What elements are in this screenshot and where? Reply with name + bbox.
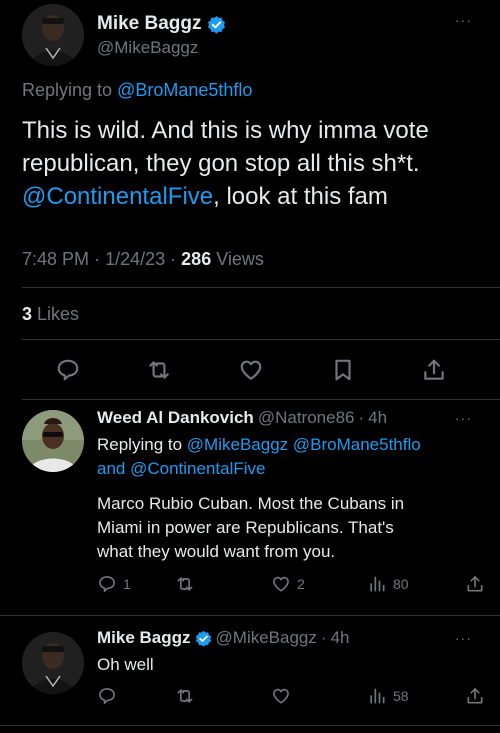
more-options-icon[interactable]: ··· [455,410,472,426]
reply-author-handle[interactable]: @MikeBaggz [216,628,317,648]
reply-author-avatar[interactable] [22,410,84,472]
likes-summary[interactable]: 3 Likes [22,304,79,325]
share-icon[interactable] [421,357,447,383]
tweet-text-line: This is wild. And this is why imma vote [22,117,429,144]
tweet-text-line: republican, they gon stop all this sh*t. [22,150,420,177]
retweet-icon [175,686,195,706]
author-handle[interactable]: @MikeBaggz [97,38,198,58]
reply-author-name[interactable]: Weed Al Dankovich [97,408,254,428]
share-button[interactable] [465,574,485,594]
replying-to-link[interactable]: @BroMane5thflo [117,80,252,100]
views-count: 286 [181,249,212,269]
retweet-icon [175,574,195,594]
views-count: 80 [393,576,409,592]
reply-time[interactable]: 4h [368,408,387,428]
tweet-text: This is wild. And this is why imma vote … [22,114,492,213]
divider [0,615,500,616]
divider [22,399,500,400]
views-chart-icon [367,686,387,706]
mention-link[interactable]: @ContinentalFive [22,183,213,210]
tweet-time[interactable]: 7:48 PM [22,249,89,269]
meta-separator: · [94,249,101,269]
reply-text-line: what they would want from you. [97,542,336,561]
tweet-action-bar [22,353,480,387]
reply-header: Weed Al Dankovich @Natrone86 · 4h [97,408,387,428]
reply-text-line: Marco Rubio Cuban. Most the Cubans in [97,494,405,513]
tweet-text-rest: , look at this fam [213,183,388,210]
reply-icon [97,686,117,706]
reply-text: Marco Rubio Cuban. Most the Cubans in Mi… [97,492,487,564]
reply-replying-to-line: Replying to @MikeBaggz @BroMane5thflo an… [97,433,487,481]
reply-header: Mike Baggz @MikeBaggz · 4h [97,628,349,648]
replying-to-row: and @ContinentalFive [97,457,487,481]
divider [0,725,500,726]
share-button[interactable] [465,686,485,706]
like-heart-icon [271,686,291,706]
reply-author-avatar[interactable] [22,632,84,694]
like-count: 2 [297,576,305,592]
reply-button[interactable] [97,686,175,706]
verified-badge-icon [207,15,226,34]
author-name[interactable]: Mike Baggz [97,13,226,35]
like-heart-icon [271,574,291,594]
views-count: 58 [393,688,409,704]
share-icon [465,686,485,706]
likes-label: Likes [37,304,80,324]
views-label: Views [216,249,264,269]
more-options-icon[interactable]: ··· [455,12,472,28]
views-chart-icon [367,574,387,594]
reply-action-bar: 1 2 80 [97,574,487,594]
replying-and: and [97,459,126,478]
tweet-text-line: @ContinentalFive, look at this fam [22,180,492,213]
meta-separator: · [358,408,365,427]
author-avatar[interactable] [22,4,84,66]
likes-count: 3 [22,304,33,324]
share-icon [465,574,485,594]
replying-to-row: Replying to @MikeBaggz @BroMane5thflo [97,433,487,457]
views-button[interactable]: 58 [367,686,465,706]
reply-button[interactable]: 1 [97,574,175,594]
views-button[interactable]: 80 [367,574,465,594]
retweet-button[interactable] [175,574,271,594]
reply-author-handle[interactable]: @Natrone86 [258,408,355,428]
more-options-icon[interactable]: ··· [455,630,472,646]
author-name-text: Mike Baggz [97,13,202,34]
like-button[interactable] [271,686,367,706]
meta-separator: · [320,628,327,647]
retweet-button[interactable] [175,686,271,706]
reply-author-name[interactable]: Mike Baggz [97,628,191,648]
replying-prefix: Replying to [22,80,113,100]
divider [22,287,500,288]
replying-to-line: Replying to @BroMane5thflo [22,80,252,101]
retweet-icon[interactable] [146,357,172,383]
divider [22,339,500,340]
meta-separator: · [170,249,177,269]
like-heart-icon[interactable] [238,357,264,383]
tweet-date[interactable]: 1/24/23 [105,249,165,269]
replying-to-link[interactable]: @BroMane5thflo [293,435,421,454]
reply-icon [97,574,117,594]
replying-to-link[interactable]: @ContinentalFive [130,459,265,478]
like-button[interactable]: 2 [271,574,367,594]
tweet-meta: 7:48 PM · 1/24/23 · 286 Views [22,249,264,270]
reply-icon[interactable] [55,357,81,383]
reply-action-bar: 58 [97,686,487,706]
replying-to-link[interactable]: @MikeBaggz [187,435,288,454]
bookmark-icon[interactable] [330,357,356,383]
replying-prefix: Replying to [97,435,183,454]
reply-text-line: Miami in power are Republicans. That's [97,518,394,537]
verified-badge-icon [195,630,212,647]
reply-text: Oh well [97,655,154,674]
reply-count: 1 [123,576,131,592]
reply-time[interactable]: 4h [331,628,350,648]
